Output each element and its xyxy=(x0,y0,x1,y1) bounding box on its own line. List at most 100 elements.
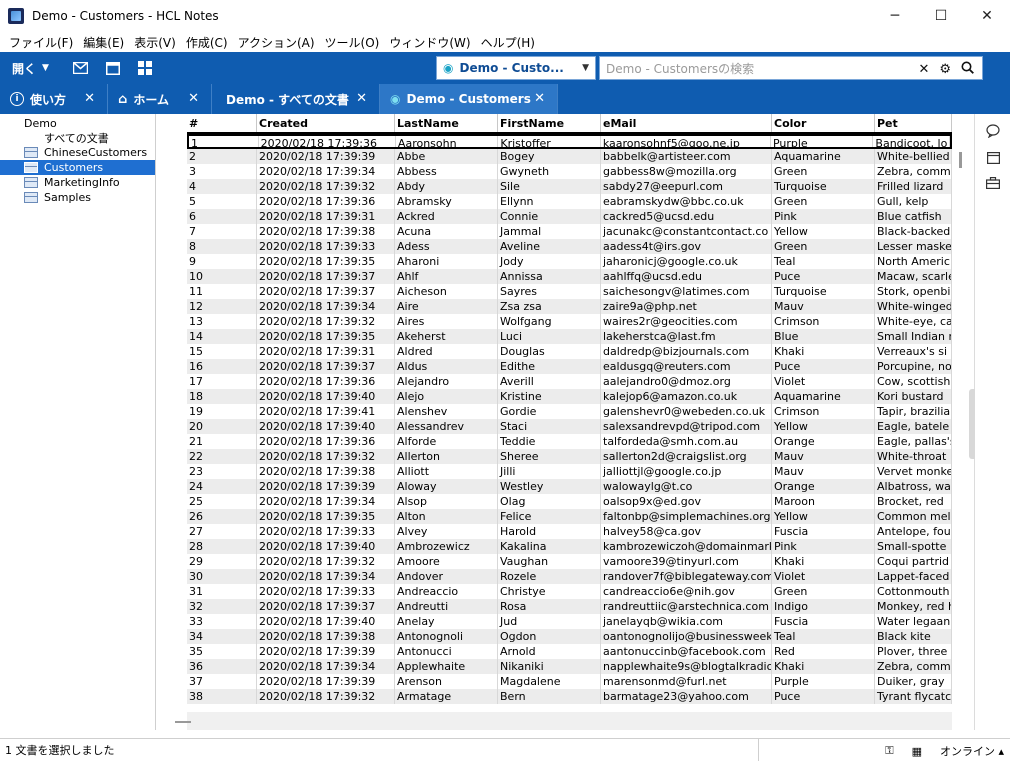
cell-color: Pink xyxy=(772,539,875,554)
table-row[interactable]: 22 2020/02/18 17:39:32 Allerton Sheree salle… xyxy=(187,449,952,464)
nav-view-marketinginfo[interactable]: MarketingInfo xyxy=(0,175,155,190)
cell-pet: Verreaux's si xyxy=(875,344,952,359)
tab-customers[interactable]: ◉ Demo - Customers ✕ xyxy=(380,84,558,114)
table-row[interactable]: 20 2020/02/18 17:39:40 Alessandrev Staci sal… xyxy=(187,419,952,434)
online-status[interactable]: オンライン ▴ xyxy=(940,743,1004,759)
column-header-lastname[interactable]: LastName xyxy=(395,114,498,132)
table-row[interactable]: 19 2020/02/18 17:39:41 Alenshev Gordie galen… xyxy=(187,404,952,419)
nav-root[interactable]: Demo xyxy=(0,116,155,130)
horizontal-scrollbar[interactable] xyxy=(187,712,952,730)
menu-view[interactable]: 表示(V) xyxy=(129,34,181,51)
minimize-button[interactable]: ─ xyxy=(872,0,918,32)
key-icon[interactable]: ⚿ xyxy=(885,744,893,758)
table-row[interactable]: 36 2020/02/18 17:39:34 Applewhaite Nikaniki… xyxy=(187,659,952,674)
close-tab-icon[interactable]: ✕ xyxy=(356,91,367,106)
table-row[interactable]: 35 2020/02/18 17:39:39 Antonucci Arnold aant… xyxy=(187,644,952,659)
table-row[interactable]: 15 2020/02/18 17:39:31 Aldred Douglas daldre… xyxy=(187,344,952,359)
table-row[interactable]: 18 2020/02/18 17:39:40 Alejo Kristine kalejo… xyxy=(187,389,952,404)
table-row[interactable]: 33 2020/02/18 17:39:40 Anelay Jud janelayqb@… xyxy=(187,614,952,629)
cell-created: 2020/02/18 17:39:39 xyxy=(257,644,395,659)
table-row[interactable]: 11 2020/02/18 17:39:37 Aicheson Sayres saich… xyxy=(187,284,952,299)
apps-grid-icon[interactable] xyxy=(137,60,153,76)
cell-lastname: Applewhaite xyxy=(395,659,498,674)
table-row[interactable]: 4 2020/02/18 17:39:32 Abdy Sile sabdy27@eepu… xyxy=(187,179,952,194)
menu-edit[interactable]: 編集(E) xyxy=(78,34,129,51)
table-row[interactable]: 26 2020/02/18 17:39:35 Alton Felice faltonbp… xyxy=(187,509,952,524)
table-row[interactable]: 5 2020/02/18 17:39:36 Abramsky Ellynn eabram… xyxy=(187,194,952,209)
table-row[interactable]: 27 2020/02/18 17:39:33 Alvey Harold halvey58… xyxy=(187,524,952,539)
table-row[interactable]: 32 2020/02/18 17:39:37 Andreutti Rosa randre… xyxy=(187,599,952,614)
column-header-number[interactable]: # xyxy=(187,114,257,132)
close-tab-icon[interactable]: ✕ xyxy=(84,91,95,106)
scrollbar-thumb[interactable] xyxy=(959,152,962,168)
table-row[interactable]: 6 2020/02/18 17:39:31 Ackred Connie cackred5… xyxy=(187,209,952,224)
table-row[interactable]: 3 2020/02/18 17:39:34 Abbess Gwyneth gabbess… xyxy=(187,164,952,179)
table-row[interactable]: 1 2020/02/18 17:39:36 Aaronsohn Kristoffer k… xyxy=(187,134,952,149)
column-header-created[interactable]: Created xyxy=(257,114,395,132)
table-row[interactable]: 7 2020/02/18 17:39:38 Acuna Jammal jacunakc@… xyxy=(187,224,952,239)
calendar-icon[interactable] xyxy=(975,144,1010,170)
cell-created: 2020/02/18 17:39:31 xyxy=(257,209,395,224)
selection-gutter[interactable] xyxy=(157,114,187,730)
table-row[interactable]: 8 2020/02/18 17:39:33 Adess Aveline aadess4t… xyxy=(187,239,952,254)
close-window-button[interactable]: ✕ xyxy=(964,0,1010,32)
close-tab-icon[interactable]: ✕ xyxy=(188,91,199,106)
menu-create[interactable]: 作成(C) xyxy=(181,34,233,51)
cell-firstname: Jammal xyxy=(498,224,601,239)
clear-search-icon[interactable]: ✕ xyxy=(918,62,929,77)
column-header-email[interactable]: eMail xyxy=(601,114,772,132)
table-row[interactable]: 29 2020/02/18 17:39:32 Amoore Vaughan vamoor… xyxy=(187,554,952,569)
column-header-color[interactable]: Color xyxy=(772,114,875,132)
replication-icon[interactable]: ▦ xyxy=(912,745,922,758)
table-row[interactable]: 37 2020/02/18 17:39:39 Arenson Magdalene mar… xyxy=(187,674,952,689)
database-selector[interactable]: ◉ Demo - Custo... ▼ xyxy=(436,56,596,80)
table-row[interactable]: 23 2020/02/18 17:39:38 Alliott Jilli jalliot… xyxy=(187,464,952,479)
table-row[interactable]: 38 2020/02/18 17:39:32 Armatage Bern barmata… xyxy=(187,689,952,704)
tab-getting-started[interactable]: i 使い方 ✕ xyxy=(0,84,108,114)
table-row[interactable]: 16 2020/02/18 17:39:37 Aldus Edithe ealdusgq… xyxy=(187,359,952,374)
nav-view-chinesecustomers[interactable]: ChineseCustomers xyxy=(0,145,155,160)
table-row[interactable]: 31 2020/02/18 17:39:33 Andreaccio Christye c… xyxy=(187,584,952,599)
mail-icon[interactable] xyxy=(73,60,89,76)
column-header-pet[interactable]: Pet xyxy=(875,114,952,132)
open-button[interactable]: 開く ▼ xyxy=(12,60,49,77)
table-row[interactable]: 14 2020/02/18 17:39:35 Akeherst Luci lakeher… xyxy=(187,329,952,344)
table-row[interactable]: 24 2020/02/18 17:39:39 Aloway Westley walowa… xyxy=(187,479,952,494)
tab-home[interactable]: ⌂ ホーム ✕ xyxy=(108,84,212,114)
cell-lastname: Antonognoli xyxy=(395,629,498,644)
table-row[interactable]: 12 2020/02/18 17:39:34 Aire Zsa zsa zaire9a@… xyxy=(187,299,952,314)
table-row[interactable]: 30 2020/02/18 17:39:34 Andover Rozele randov… xyxy=(187,569,952,584)
cell-number: 10 xyxy=(187,269,257,284)
search-icon[interactable] xyxy=(961,61,974,78)
cell-email: candreaccio6e@nih.gov xyxy=(601,584,772,599)
nav-view-customers[interactable]: Customers xyxy=(0,160,155,175)
chat-icon[interactable] xyxy=(975,118,1010,144)
nav-all-documents[interactable]: すべての文書 xyxy=(0,130,155,145)
table-row[interactable]: 25 2020/02/18 17:39:34 Alsop Olag oalsop9x@e… xyxy=(187,494,952,509)
calendar-icon[interactable] xyxy=(105,60,121,76)
cell-pet: Macaw, scarle xyxy=(877,269,952,284)
column-header-firstname[interactable]: FirstName xyxy=(498,114,601,132)
nav-view-samples[interactable]: Samples xyxy=(0,190,155,205)
close-tab-icon[interactable]: ✕ xyxy=(534,91,545,106)
toolbox-icon[interactable] xyxy=(975,170,1010,196)
search-input[interactable]: Demo - Customersの検索 ✕ ⚙ xyxy=(599,56,983,80)
table-row[interactable]: 13 2020/02/18 17:39:32 Aires Wolfgang waires… xyxy=(187,314,952,329)
table-row[interactable]: 28 2020/02/18 17:39:40 Ambrozewicz Kakalina… xyxy=(187,539,952,554)
table-row[interactable]: 9 2020/02/18 17:39:35 Aharoni Jody jaharonic… xyxy=(187,254,952,269)
cell-firstname: Averill xyxy=(498,374,601,389)
menu-window[interactable]: ウィンドウ(W) xyxy=(384,34,475,51)
maximize-button[interactable]: ☐ xyxy=(918,0,964,32)
table-row[interactable]: 10 2020/02/18 17:39:37 Ahlf Annissa aahlffq@… xyxy=(187,269,952,284)
table-row[interactable]: 34 2020/02/18 17:39:38 Antonognoli Ogdon oan… xyxy=(187,629,952,644)
menu-tools[interactable]: ツール(O) xyxy=(320,34,385,51)
menu-file[interactable]: ファイル(F) xyxy=(4,34,78,51)
menu-help[interactable]: ヘルプ(H) xyxy=(476,34,540,51)
tab-all-documents[interactable]: Demo - すべての文書 ✕ xyxy=(212,84,380,114)
search-options-icon[interactable]: ⚙ xyxy=(939,62,951,77)
table-row[interactable]: 17 2020/02/18 17:39:36 Alejandro Averill aal… xyxy=(187,374,952,389)
table-row[interactable]: 21 2020/02/18 17:39:36 Alforde Teddie talfor… xyxy=(187,434,952,449)
sidebar-collapse-handle[interactable] xyxy=(969,389,975,459)
table-row[interactable]: 2 2020/02/18 17:39:39 Abbe Bogey babbelk@art… xyxy=(187,149,952,164)
menu-actions[interactable]: アクション(A) xyxy=(233,34,320,51)
